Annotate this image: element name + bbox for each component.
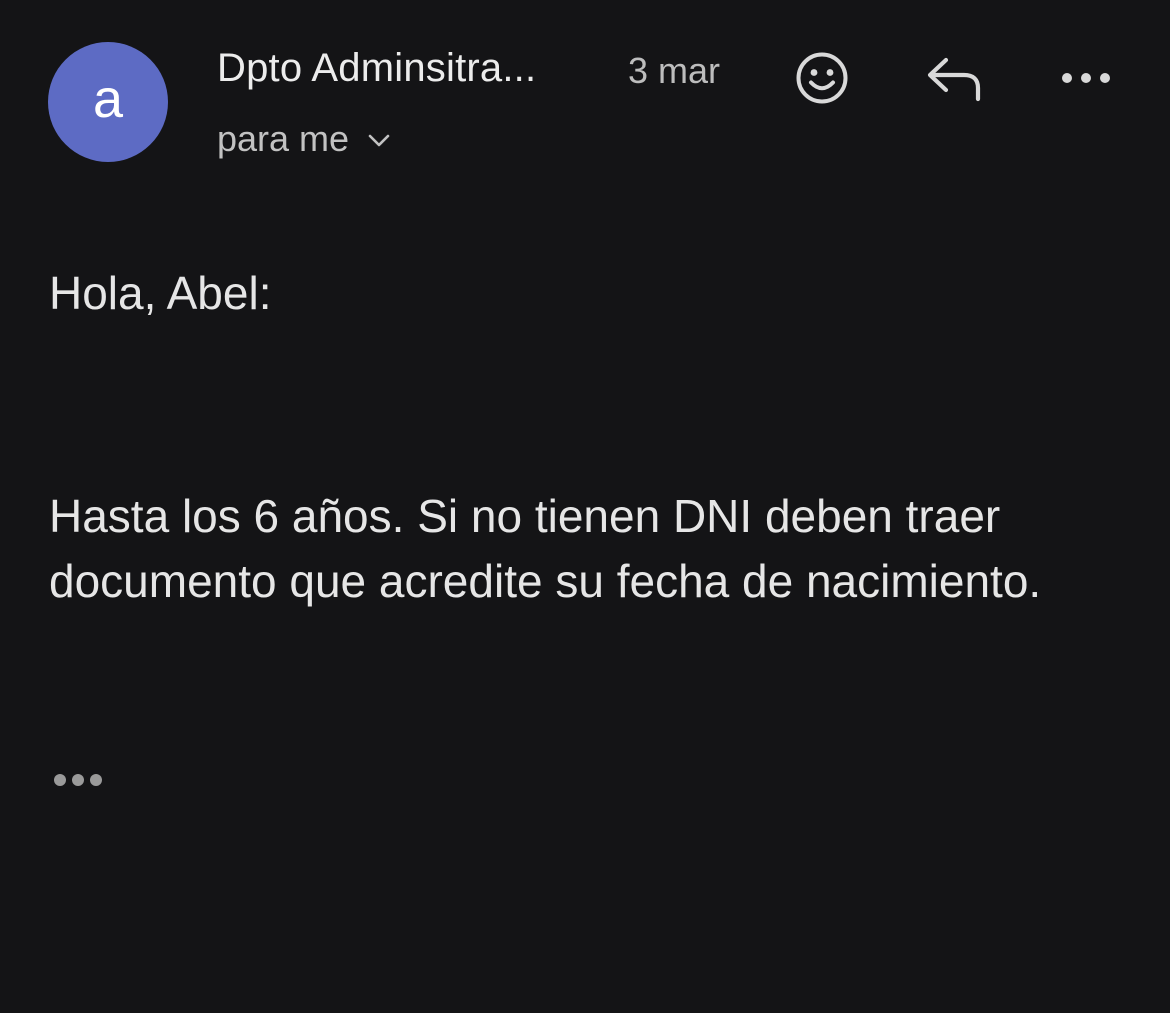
email-message-view: a Dpto Adminsitra... 3 mar para me Hola,… bbox=[0, 0, 1170, 1013]
more-horizontal-icon bbox=[1062, 73, 1110, 83]
sender-avatar[interactable]: a bbox=[48, 42, 168, 162]
message-greeting: Hola, Abel: bbox=[49, 267, 272, 319]
message-body: Hasta los 6 años. Si no tienen DNI deben… bbox=[49, 490, 1042, 607]
recipient-details-toggle[interactable]: para me bbox=[217, 118, 391, 160]
sender-name[interactable]: Dpto Adminsitra... bbox=[217, 46, 536, 91]
chevron-down-icon bbox=[368, 134, 390, 147]
avatar-letter: a bbox=[92, 69, 124, 129]
message-date: 3 mar bbox=[628, 50, 721, 91]
reply-button[interactable] bbox=[918, 42, 990, 114]
smiley-face-icon bbox=[796, 52, 848, 104]
expand-dots-icon[interactable] bbox=[52, 770, 104, 790]
add-reaction-button[interactable] bbox=[786, 42, 858, 114]
reply-arrow-icon bbox=[927, 57, 981, 102]
more-options-button[interactable] bbox=[1050, 42, 1122, 114]
recipient-label: para me bbox=[217, 118, 350, 159]
